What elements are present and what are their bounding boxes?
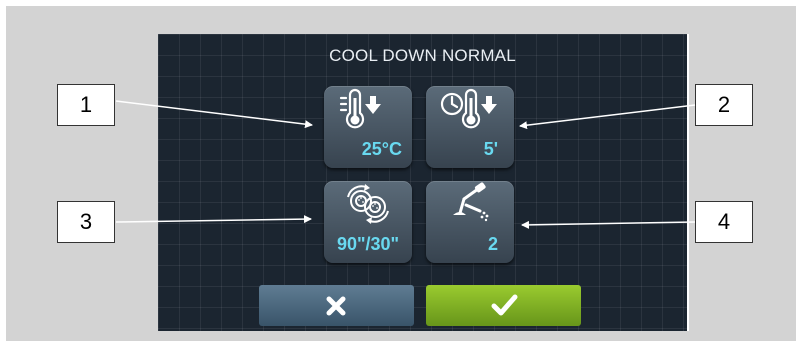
clock-thermometer-icon bbox=[440, 88, 497, 129]
time-value: 5' bbox=[483, 139, 498, 159]
callout-label-3: 3 bbox=[57, 201, 115, 243]
rotation-value: 90"/30" bbox=[336, 234, 400, 254]
time-setting-tile[interactable]: 5' bbox=[426, 86, 514, 168]
screen-title: COOL DOWN NORMAL bbox=[329, 46, 516, 65]
rotation-setting-tile[interactable]: 90"/30" bbox=[324, 181, 412, 263]
drum-rotation-icon bbox=[347, 184, 389, 224]
level-value: 2 bbox=[487, 234, 498, 254]
thermometer-down-icon bbox=[339, 88, 381, 129]
cancel-button[interactable] bbox=[259, 285, 414, 326]
callout-label-1: 1 bbox=[57, 84, 115, 126]
close-icon bbox=[326, 296, 346, 316]
control-panel-screen: COOL DOWN NORMAL 25°C 5' 90"/30" 2 bbox=[158, 34, 689, 331]
valve-level-icon bbox=[453, 182, 489, 222]
callout-label-2: 2 bbox=[695, 84, 753, 126]
check-icon bbox=[491, 294, 518, 316]
temperature-value: 25°C bbox=[361, 139, 402, 159]
confirm-button[interactable] bbox=[426, 285, 581, 326]
level-setting-tile[interactable]: 2 bbox=[426, 181, 514, 263]
callout-label-4: 4 bbox=[695, 201, 753, 243]
temperature-setting-tile[interactable]: 25°C bbox=[324, 86, 412, 168]
